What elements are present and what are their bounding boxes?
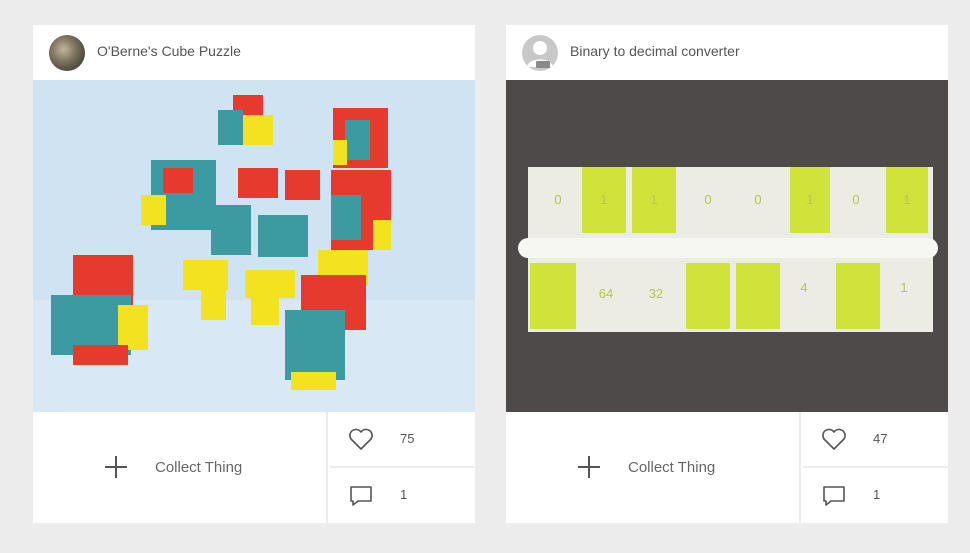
collect-thing-button[interactable]: Collect Thing [33, 412, 328, 523]
binary-digit-label: 1 [806, 192, 813, 207]
binary-digit-label: 0 [554, 192, 561, 207]
collect-thing-button[interactable]: Collect Thing [506, 412, 801, 523]
collect-thing-label: Collect Thing [628, 459, 716, 476]
comment-icon [350, 486, 372, 506]
like-count: 47 [873, 431, 888, 446]
thing-card: O'Berne's Cube Puzzle Collect Thing 75 1 [33, 25, 475, 523]
avatar[interactable] [49, 35, 85, 71]
like-button[interactable]: 47 [803, 412, 948, 468]
like-button[interactable]: 75 [330, 412, 475, 468]
collect-thing-label: Collect Thing [155, 459, 243, 476]
binary-digit-label: 1 [650, 192, 657, 207]
card-header: Binary to decimal converter [506, 25, 948, 80]
thing-thumbnail[interactable]: 0 1 1 0 0 1 0 1 64 32 4 1 [506, 80, 948, 412]
place-value-label: 32 [649, 286, 663, 301]
comment-button[interactable]: 1 [330, 468, 475, 523]
card-actions: Collect Thing 47 1 [506, 412, 948, 523]
default-user-icon [527, 41, 553, 68]
comment-count: 1 [873, 487, 881, 502]
plus-icon [105, 456, 127, 478]
binary-digit-label: 1 [600, 192, 607, 207]
binary-digit-label: 1 [903, 192, 910, 207]
card-header: O'Berne's Cube Puzzle [33, 25, 475, 80]
binary-digit-label: 0 [852, 192, 859, 207]
thing-thumbnail[interactable] [33, 80, 475, 412]
card-title[interactable]: O'Berne's Cube Puzzle [97, 43, 241, 59]
heart-icon [349, 428, 373, 450]
avatar[interactable] [522, 35, 558, 71]
place-value-label: 64 [599, 286, 613, 301]
like-count: 75 [400, 431, 415, 446]
heart-icon [822, 428, 846, 450]
plus-icon [578, 456, 600, 478]
binary-digit-label: 0 [704, 192, 711, 207]
comment-icon [823, 486, 845, 506]
comment-count: 1 [400, 487, 408, 502]
binary-digit-label: 0 [754, 192, 761, 207]
thing-card: Binary to decimal converter 0 1 1 0 0 1 … [506, 25, 948, 523]
place-value-label: 1 [900, 280, 907, 295]
card-actions: Collect Thing 75 1 [33, 412, 475, 523]
comment-button[interactable]: 1 [803, 468, 948, 523]
card-title[interactable]: Binary to decimal converter [570, 43, 740, 59]
place-value-label: 4 [800, 280, 807, 295]
